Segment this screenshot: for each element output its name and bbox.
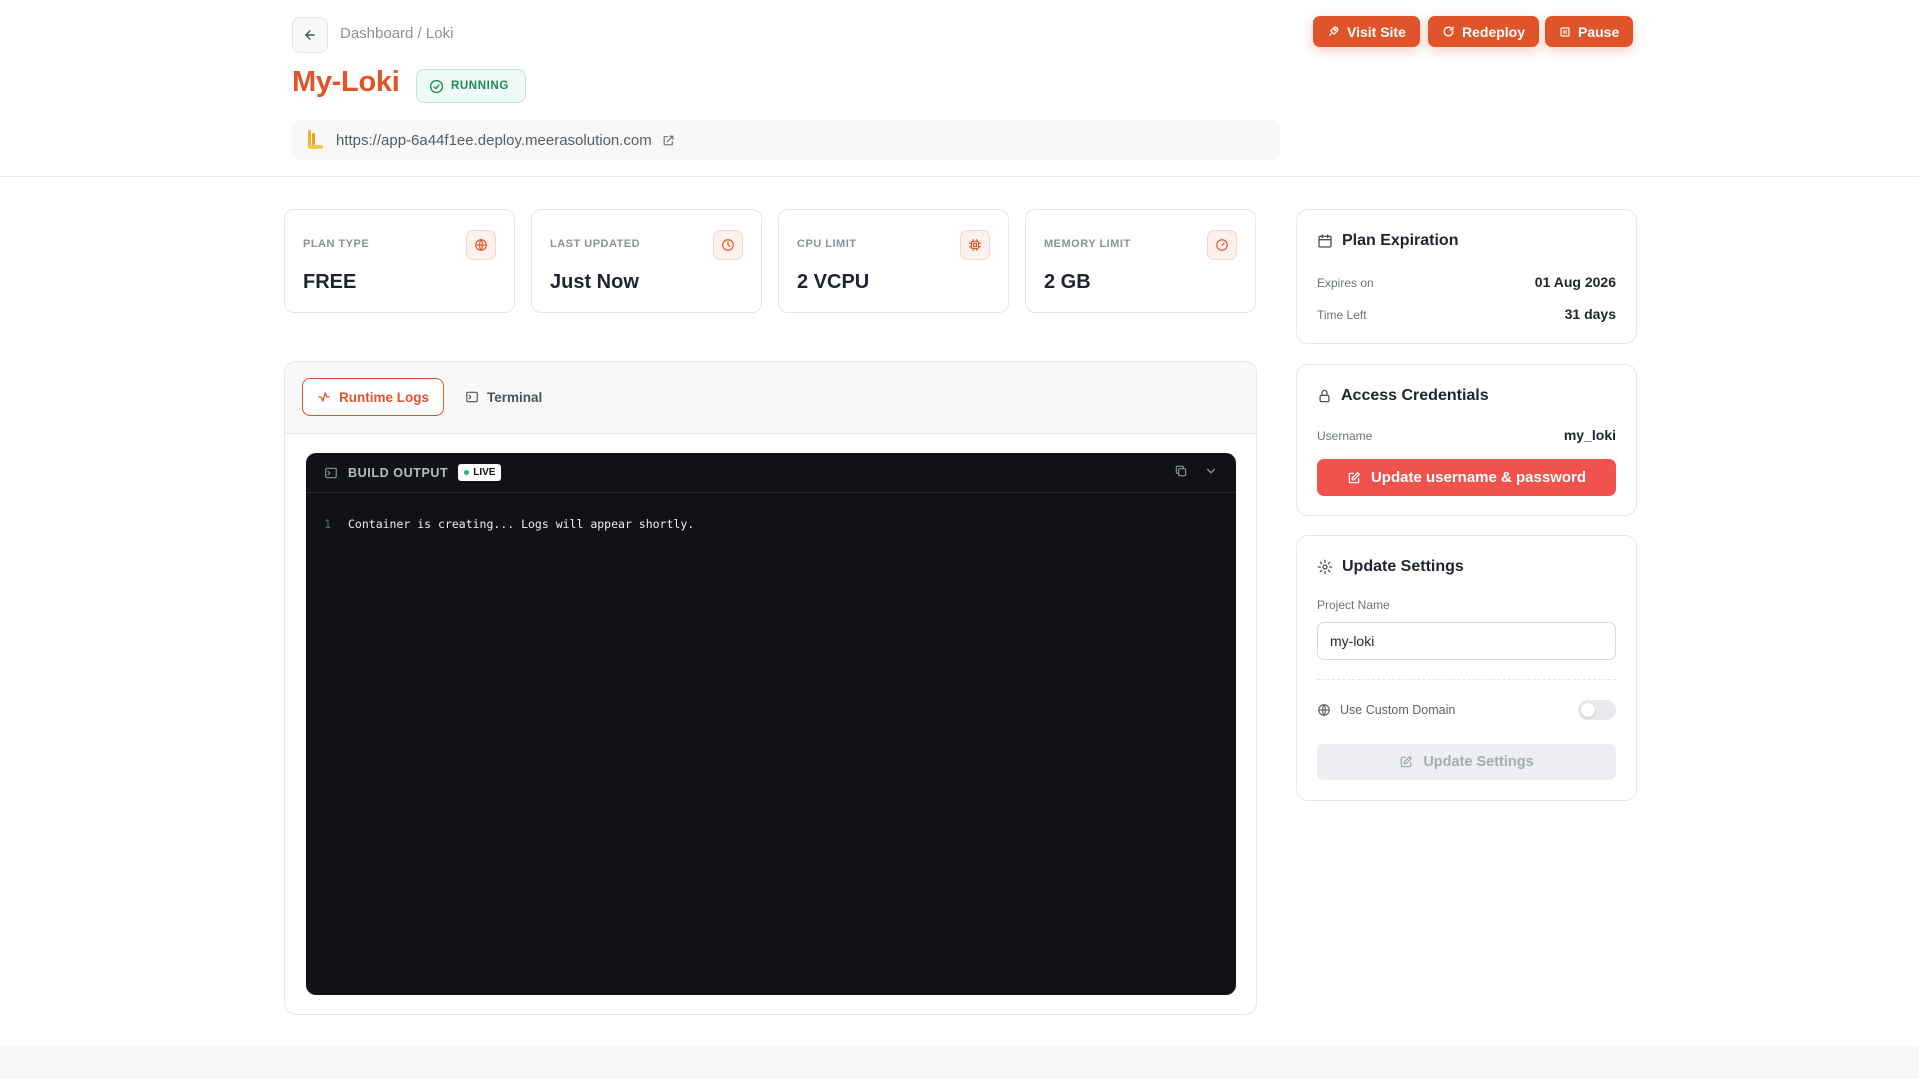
deploy-url-bar: https://app-6a44f1ee.deploy.meerasolutio…: [292, 120, 1280, 160]
gauge-icon: [1207, 230, 1237, 260]
breadcrumb[interactable]: Dashboard / Loki: [340, 25, 453, 42]
pause-label: Pause: [1578, 23, 1620, 40]
stat-label: LAST UPDATED: [550, 238, 641, 250]
line-number: 1: [324, 517, 331, 531]
custom-domain-row: Use Custom Domain: [1317, 700, 1616, 720]
globe-icon: [1318, 704, 1330, 716]
stat-value: 2 VCPU: [797, 271, 870, 293]
toggle-knob: [1581, 703, 1595, 717]
update-settings-card: Update Settings Project Name my-loki Use…: [1296, 535, 1637, 801]
card-title: Access Credentials: [1317, 387, 1489, 405]
project-name-label: Project Name: [1317, 598, 1390, 612]
username-value: my_loki: [1563, 427, 1616, 443]
check-circle-icon: [429, 79, 444, 93]
copy-icon[interactable]: [1174, 464, 1188, 478]
card-title-text: Access Credentials: [1341, 387, 1489, 404]
redeploy-button[interactable]: Redeploy: [1428, 16, 1540, 47]
activity-icon: [318, 392, 330, 402]
tab-terminal[interactable]: Terminal: [451, 378, 556, 416]
edit-icon: [1348, 471, 1360, 483]
stat-card-cpu-limit: CPU LIMIT 2 VCPU: [778, 209, 1009, 313]
time-left-value: 31 days: [1564, 306, 1616, 322]
status-badge: RUNNING: [416, 69, 526, 103]
update-settings-button[interactable]: Update Settings: [1317, 744, 1616, 780]
live-badge: LIVE: [458, 464, 502, 481]
terminal-icon: [466, 391, 478, 403]
page-title: My-Loki: [292, 66, 400, 98]
refresh-icon: [1443, 26, 1454, 37]
plan-expiration-card: Plan Expiration Expires on 01 Aug 2026 T…: [1296, 209, 1637, 344]
expires-label: Expires on: [1317, 276, 1374, 290]
terminal-icon: [325, 467, 337, 478]
tab-runtime-logs[interactable]: Runtime Logs: [302, 378, 444, 416]
external-link-icon[interactable]: [662, 134, 675, 147]
stat-value: 2 GB: [1044, 271, 1091, 293]
app-logo-icon: [308, 130, 323, 149]
stat-card-last-updated: LAST UPDATED Just Now: [531, 209, 762, 313]
back-button[interactable]: [292, 17, 328, 53]
card-title: Plan Expiration: [1317, 232, 1458, 250]
calendar-icon: [1318, 234, 1332, 248]
pause-icon: [1560, 26, 1570, 37]
update-credentials-button[interactable]: Update username & password: [1317, 459, 1616, 496]
rocket-icon: [1329, 26, 1339, 36]
card-title: Update Settings: [1317, 558, 1464, 576]
status-label: RUNNING: [451, 80, 509, 92]
page-header: Dashboard / Loki My-Loki RUNNING https:/…: [0, 0, 1919, 177]
build-output-terminal[interactable]: BUILD OUTPUT LIVE 1 Container is creatin…: [306, 453, 1236, 995]
stat-label: CPU LIMIT: [797, 238, 857, 250]
custom-domain-toggle[interactable]: [1578, 700, 1616, 720]
expires-value: 01 Aug 2026: [1534, 274, 1616, 290]
tab-label: Runtime Logs: [339, 389, 429, 405]
card-title-text: Plan Expiration: [1342, 232, 1459, 249]
stat-value: FREE: [303, 271, 357, 293]
edit-icon: [1401, 756, 1413, 768]
terminal-header: BUILD OUTPUT LIVE: [306, 453, 1236, 493]
project-name-input[interactable]: my-loki: [1317, 622, 1616, 660]
gear-icon: [1317, 559, 1333, 575]
page-footer: [0, 1046, 1919, 1079]
lock-icon: [1319, 389, 1330, 403]
time-left-label: Time Left: [1317, 308, 1367, 322]
stat-value: Just Now: [550, 271, 639, 293]
divider: [1317, 679, 1616, 680]
visit-site-label: Visit Site: [1347, 23, 1406, 40]
card-title-text: Update Settings: [1342, 558, 1464, 575]
username-label: Username: [1317, 429, 1373, 443]
stat-card-plan-type: PLAN TYPE FREE: [284, 209, 515, 313]
pause-button[interactable]: Pause: [1545, 16, 1634, 47]
cpu-icon: [960, 230, 990, 260]
access-credentials-card: Access Credentials Username my_loki Upda…: [1296, 364, 1637, 516]
redeploy-label: Redeploy: [1462, 23, 1526, 40]
visit-site-button[interactable]: Visit Site: [1313, 16, 1420, 47]
stat-label: PLAN TYPE: [303, 238, 370, 250]
log-line: 1 Container is creating... Logs will app…: [306, 517, 1236, 531]
arrow-left-icon: [305, 30, 315, 40]
live-label: LIVE: [473, 467, 496, 478]
deploy-url[interactable]: https://app-6a44f1ee.deploy.meerasolutio…: [336, 132, 652, 149]
logs-panel: Runtime Logs Terminal BUILD OUTPUT LIVE …: [284, 361, 1257, 1015]
terminal-actions: [1174, 464, 1218, 478]
stat-label: MEMORY LIMIT: [1044, 238, 1131, 250]
logs-tabbar: Runtime Logs Terminal: [285, 362, 1256, 434]
update-settings-label: Update Settings: [1423, 754, 1534, 770]
live-dot-icon: [464, 470, 470, 475]
clock-icon: [713, 230, 743, 260]
tab-label: Terminal: [487, 389, 543, 405]
terminal-title: BUILD OUTPUT: [348, 465, 449, 480]
stat-card-memory-limit: MEMORY LIMIT 2 GB: [1025, 209, 1256, 313]
chevron-down-icon[interactable]: [1204, 464, 1218, 478]
log-text: Container is creating... Logs will appea…: [348, 517, 695, 531]
custom-domain-label: Use Custom Domain: [1340, 703, 1456, 717]
globe-icon: [466, 230, 496, 260]
update-credentials-label: Update username & password: [1370, 469, 1587, 486]
